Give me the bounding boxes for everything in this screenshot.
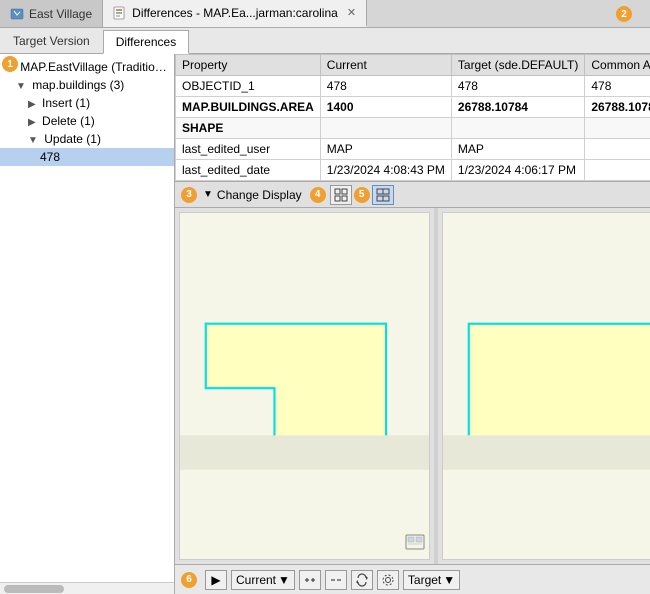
map-svg-current — [180, 213, 429, 559]
col-property: Property — [176, 55, 321, 76]
grid-view-button-2[interactable] — [372, 185, 394, 205]
badge-2: 2 — [616, 6, 632, 22]
change-display-title: Change Display — [217, 188, 302, 202]
tab-east-village[interactable]: East Village — [0, 0, 103, 27]
cell-target: 1/23/2024 4:06:17 PM — [451, 160, 584, 181]
tab-differences-label: Differences - MAP.Ea...jarman:carolina — [132, 6, 338, 20]
cell-target: 26788.10784 — [451, 97, 584, 118]
cell-property: OBJECTID_1 — [176, 76, 321, 97]
sub-tab-target-version[interactable]: Target Version — [0, 29, 103, 53]
tree-expand-buildings: ▼ — [16, 81, 26, 92]
settings-icon — [381, 573, 395, 587]
zoom-in-button[interactable] — [299, 570, 321, 590]
tree-item-update[interactable]: ▼ Update (1) — [0, 130, 174, 148]
cell-shape-target — [451, 118, 584, 139]
right-panel: Property Current Target (sde.DEFAULT) Co… — [175, 54, 650, 594]
tree-item-478[interactable]: 478 — [0, 148, 174, 166]
cell-property: MAP.BUILDINGS.AREA — [176, 97, 321, 118]
cell-shape-ancestor — [585, 118, 650, 139]
table-row[interactable]: OBJECTID_1 478 478 478 — [176, 76, 650, 97]
change-display-header: 3 ▼ Change Display 4 5 — [175, 182, 650, 208]
cell-ancestor: 26788.10784 — [585, 97, 650, 118]
col-current: Current — [320, 55, 451, 76]
diff-icon — [113, 6, 127, 20]
tree-expand-insert: ▶ — [28, 99, 36, 110]
cell-ancestor — [585, 139, 650, 160]
cell-ancestor: 478 — [585, 76, 650, 97]
cell-shape: SHAPE — [176, 118, 321, 139]
cell-current: 478 — [320, 76, 451, 97]
tab-differences[interactable]: Differences - MAP.Ea...jarman:carolina ✕ — [103, 0, 367, 27]
cell-shape-current — [320, 118, 451, 139]
table-row[interactable]: last_edited_date 1/23/2024 4:08:43 PM 1/… — [176, 160, 650, 181]
grid2-icon — [376, 188, 390, 202]
cell-current: MAP — [320, 139, 451, 160]
grid-view-button-1[interactable] — [330, 185, 352, 205]
chevron-icon: ▼ — [203, 189, 213, 200]
scrollbar-thumb[interactable] — [4, 585, 64, 593]
zoom-out-button[interactable] — [325, 570, 347, 590]
cell-target: MAP — [451, 139, 584, 160]
badge-5: 5 — [354, 187, 370, 203]
dropdown-chevron-icon-2: ▼ — [443, 573, 455, 587]
map-icon — [10, 7, 24, 21]
diff-table: Property Current Target (sde.DEFAULT) Co… — [175, 54, 650, 181]
cell-ancestor — [585, 160, 650, 181]
current-dropdown[interactable]: Current ▼ — [231, 570, 295, 590]
zoom-in-icon — [303, 573, 317, 587]
cell-current: 1/23/2024 4:08:43 PM — [320, 160, 451, 181]
badge-3: 3 — [181, 187, 197, 203]
map-panel-current[interactable] — [179, 212, 430, 560]
badge-4: 4 — [310, 187, 326, 203]
tree-item-buildings[interactable]: ▼ map.buildings (3) — [0, 76, 174, 94]
horizontal-scrollbar[interactable] — [0, 582, 174, 594]
tree-area[interactable]: ▼ MAP.EastVillage (Traditional) - ▼ map.… — [0, 54, 174, 582]
table-row[interactable]: last_edited_user MAP MAP — [176, 139, 650, 160]
bottom-toolbar: 6 ▶ Current ▼ — [175, 564, 650, 594]
zoom-out-icon — [329, 573, 343, 587]
tab-east-village-label: East Village — [29, 7, 92, 21]
cell-target: 478 — [451, 76, 584, 97]
sync-button[interactable] — [351, 570, 373, 590]
grid1-icon — [334, 188, 348, 202]
col-target: Target (sde.DEFAULT) — [451, 55, 584, 76]
map-divider — [434, 208, 438, 564]
badge-1: 1 — [2, 56, 18, 72]
badge-6: 6 — [181, 572, 197, 588]
table-row[interactable]: MAP.BUILDINGS.AREA 1400 26788.10784 2678… — [176, 97, 650, 118]
sync-icon — [355, 573, 369, 587]
dropdown-chevron-icon: ▼ — [278, 573, 290, 587]
target-dropdown[interactable]: Target ▼ — [403, 570, 460, 590]
table-row-shape[interactable]: SHAPE — [176, 118, 650, 139]
cell-current: 1400 — [320, 97, 451, 118]
tree-item-insert[interactable]: ▶ Insert (1) — [0, 94, 174, 112]
cell-property: last_edited_date — [176, 160, 321, 181]
map-svg-target — [443, 213, 650, 559]
tree-item-delete[interactable]: ▶ Delete (1) — [0, 112, 174, 130]
settings-button[interactable] — [377, 570, 399, 590]
tab-bar: East Village Differences - MAP.Ea...jarm… — [0, 0, 650, 28]
tab-close-button[interactable]: ✕ — [347, 6, 356, 19]
play-button[interactable]: ▶ — [205, 570, 227, 590]
left-panel: 1 ▼ MAP.EastVillage (Traditional) - ▼ ma… — [0, 54, 175, 594]
diff-table-wrapper: Property Current Target (sde.DEFAULT) Co… — [175, 54, 650, 182]
play-icon: ▶ — [211, 573, 220, 587]
tree-root[interactable]: ▼ MAP.EastVillage (Traditional) - — [0, 58, 174, 76]
col-ancestor: Common Ancestor — [585, 55, 650, 76]
map-panels — [175, 208, 650, 564]
cell-property: last_edited_user — [176, 139, 321, 160]
map-link-icon-current — [405, 534, 425, 555]
map-panel-target[interactable] — [442, 212, 650, 560]
sub-tab-differences[interactable]: Differences — [103, 30, 189, 54]
sub-tab-bar: Target Version Differences — [0, 28, 650, 54]
tree-expand-delete: ▶ — [28, 117, 36, 128]
main-content: 1 ▼ MAP.EastVillage (Traditional) - ▼ ma… — [0, 54, 650, 594]
tree-expand-update: ▼ — [28, 135, 38, 146]
